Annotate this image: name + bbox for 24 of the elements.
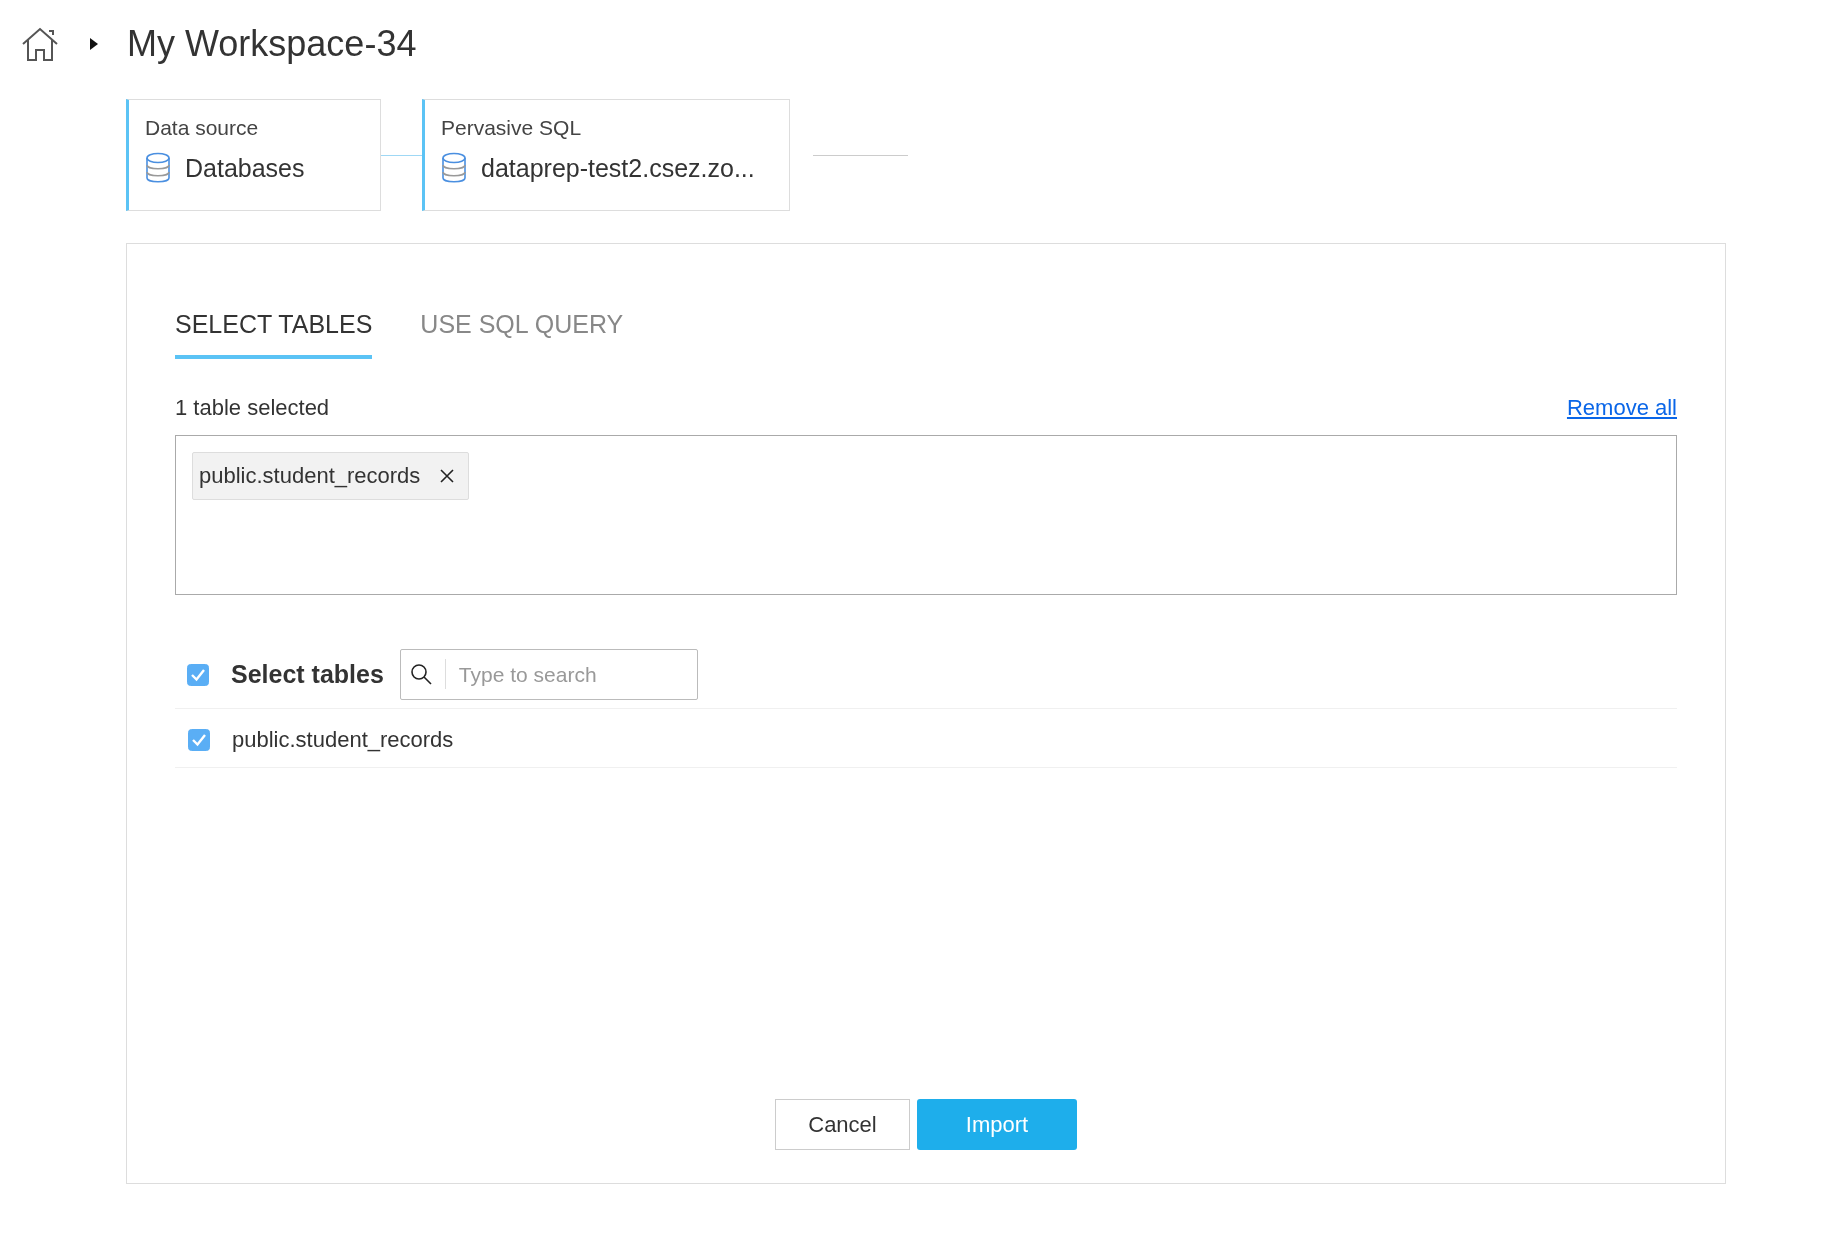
step-label: Pervasive SQL [441, 116, 583, 140]
close-icon[interactable] [440, 469, 455, 483]
table-name: public.student_records [232, 727, 454, 753]
database-icon [441, 152, 467, 184]
remove-all-link[interactable]: Remove all [1566, 395, 1677, 421]
tab[interactable]: SELECT TABLES [175, 310, 373, 359]
search-icon [409, 663, 432, 685]
selection-count: 1 table selected [175, 395, 330, 421]
step-value: Databases [185, 153, 305, 183]
home-icon[interactable] [20, 25, 60, 63]
database-icon [145, 152, 171, 184]
search-field[interactable]: Type to search [399, 649, 698, 700]
select-tables-label: Select tables [231, 660, 384, 689]
tab[interactable]: USE SQL QUERY [420, 310, 624, 359]
checkbox[interactable] [187, 663, 209, 686]
chip-label: public.student_records [199, 463, 421, 489]
step-value: dataprep-test2.csez.zo... [481, 153, 755, 183]
cancel-button[interactable]: Cancel [775, 1099, 910, 1150]
step-label: Data source [145, 116, 260, 140]
step-card[interactable]: Data source Databases [126, 99, 381, 211]
workspace-title: My Workspace-34 [127, 23, 417, 65]
caret-icon [90, 38, 98, 50]
checkbox[interactable] [188, 729, 210, 751]
step-card[interactable]: Pervasive SQL dataprep-test2.csez.zo... [422, 99, 790, 211]
